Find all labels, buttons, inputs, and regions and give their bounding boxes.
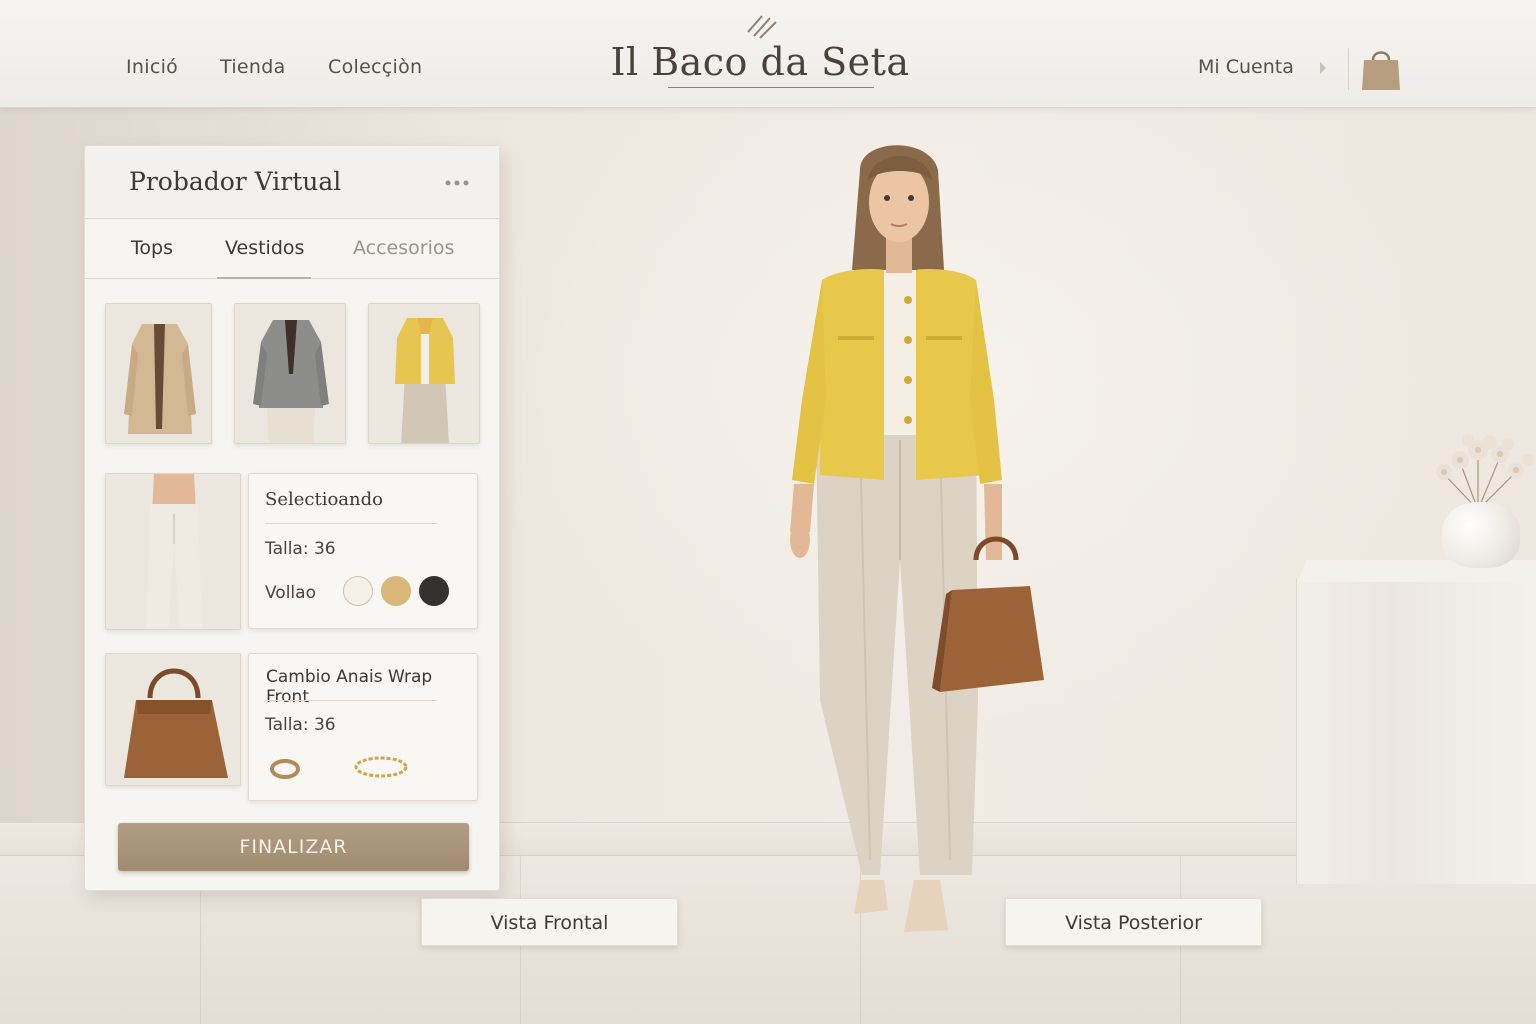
header-divider (1348, 48, 1349, 90)
swatch-black[interactable] (419, 576, 449, 606)
tab-vestidos[interactable]: Vestidos (225, 237, 304, 259)
selected-item-card: Selectioando Talla: 36 Vollao (248, 473, 478, 629)
accessory-size[interactable]: Talla: 36 (265, 715, 336, 735)
garment-thumbnail-coat[interactable] (105, 303, 212, 444)
nav-coleccion[interactable]: Colecçiòn (328, 56, 422, 78)
chevron-right-icon (1320, 62, 1326, 74)
selected-item-size[interactable]: Talla: 36 (265, 539, 336, 559)
finalize-button[interactable]: FINALIZAR (118, 823, 469, 871)
virtual-fitting-panel: Probador Virtual Tops Vestidos Accesorio… (84, 145, 500, 891)
back-view-button[interactable]: Vista Posterior (1005, 898, 1262, 946)
accessory-card: Cambio Anais Wrap Front Talla: 36 (248, 653, 478, 801)
accessory-title: Cambio Anais Wrap Front (266, 667, 433, 707)
garment-thumbnail-yellow-jacket[interactable] (368, 303, 480, 444)
front-view-button[interactable]: Vista Frontal (421, 898, 678, 946)
dried-flowers-icon (1436, 434, 1534, 511)
active-tab-indicator (217, 277, 311, 279)
shopping-bag-icon[interactable] (1360, 46, 1402, 92)
nav-tienda[interactable]: Tienda (220, 56, 286, 78)
brand-logo[interactable]: Il Baco da Seta (560, 40, 960, 84)
ring-icon[interactable] (269, 758, 301, 780)
selected-item-thumbnail[interactable] (105, 473, 241, 630)
plinth-front (1296, 578, 1396, 884)
model-figure (790, 145, 1044, 932)
selected-item-title: Selectioando (265, 489, 383, 510)
color-label: Vollao (265, 583, 316, 603)
more-options-icon[interactable] (445, 180, 469, 186)
tab-tops[interactable]: Tops (131, 237, 173, 259)
swatch-ivory[interactable] (343, 576, 373, 606)
card-divider (265, 523, 437, 524)
swatch-gold[interactable] (381, 576, 411, 606)
category-tabs: Tops Vestidos Accesorios (85, 219, 499, 279)
tab-accesorios[interactable]: Accesorios (353, 237, 454, 259)
card-divider (265, 700, 437, 701)
brand-underline (668, 87, 874, 88)
panel-header: Probador Virtual (85, 146, 499, 219)
account-link[interactable]: Mi Cuenta (1198, 56, 1294, 78)
bracelet-icon[interactable] (353, 754, 409, 780)
plinth (1396, 578, 1536, 884)
nav-inicio[interactable]: Inició (126, 56, 178, 78)
brand-mark-icon (747, 15, 777, 39)
garment-thumbnail-blazer[interactable] (234, 303, 346, 444)
accessory-thumbnail-bag[interactable] (105, 653, 241, 786)
vase (1442, 502, 1520, 568)
panel-title: Probador Virtual (129, 167, 342, 196)
